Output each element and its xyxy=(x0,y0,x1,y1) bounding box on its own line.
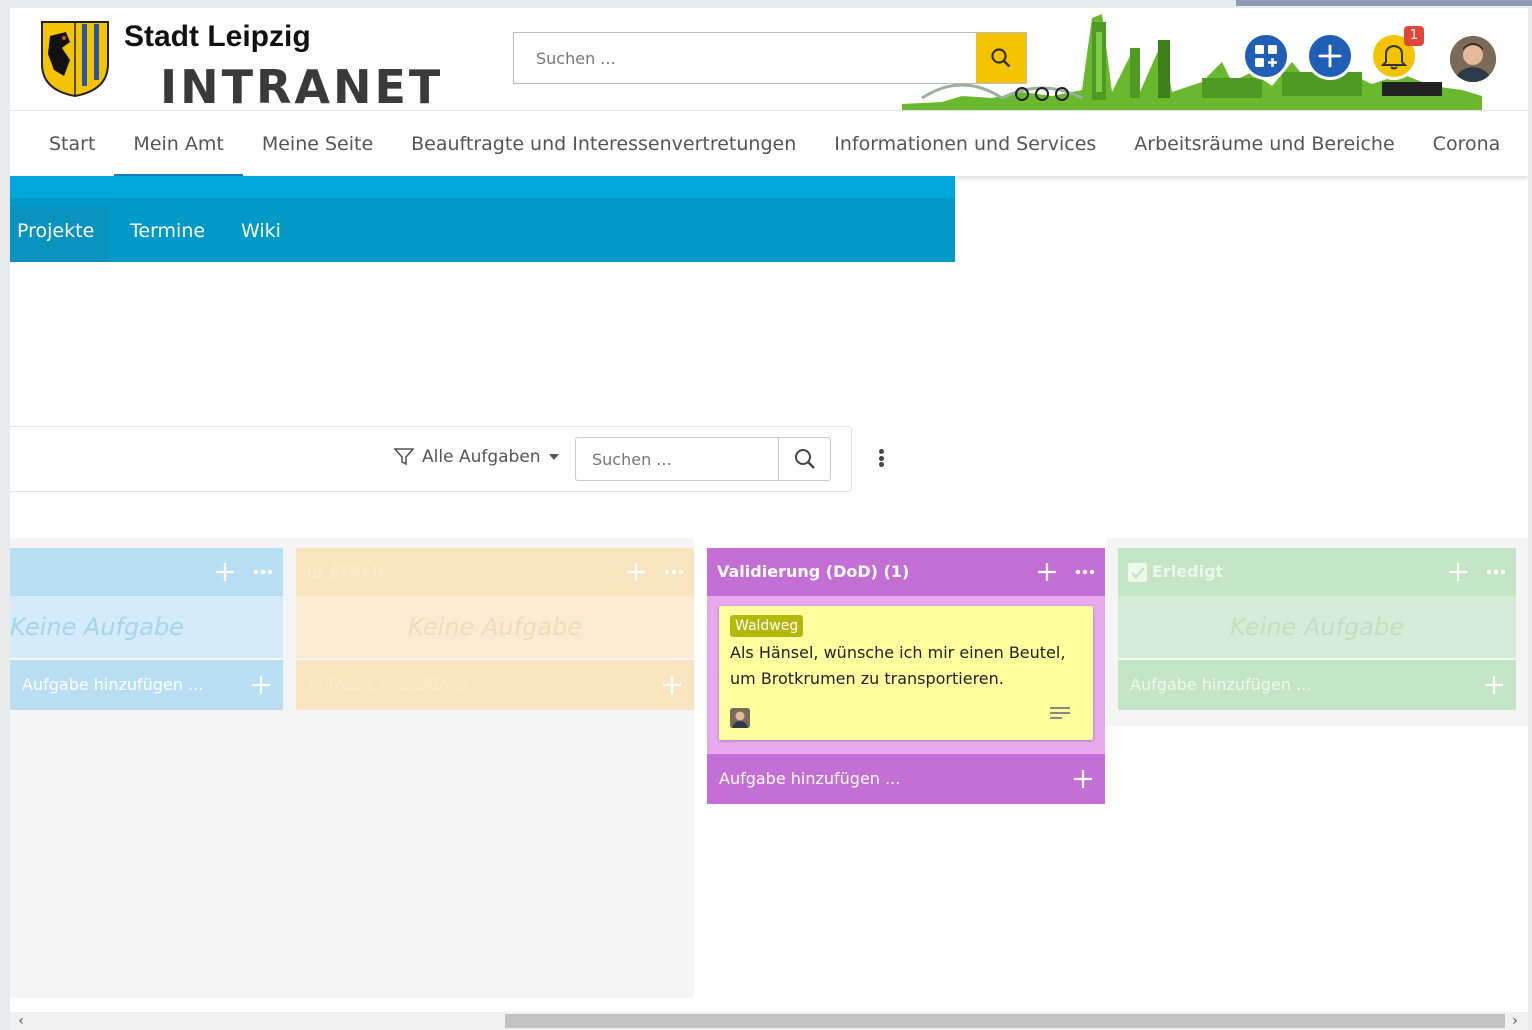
sub-nav-stripe xyxy=(10,176,955,198)
app-grid-icon xyxy=(1255,45,1277,67)
column-empty-text: Keine Aufgabe xyxy=(296,596,694,658)
more-options-icon[interactable] xyxy=(1075,569,1095,575)
top-right-bar xyxy=(1236,0,1532,6)
column-todo: Keine Aufgabe Aufgabe hinzufügen ... xyxy=(10,548,283,710)
nav-item-arbeitsraeume[interactable]: Arbeitsräume und Bereiche xyxy=(1115,111,1413,177)
add-task-label: Aufgabe hinzufügen ... xyxy=(1130,675,1312,694)
add-task-label: Aufgabe hinzufügen ... xyxy=(719,769,901,788)
add-task-button[interactable]: Aufgabe hinzufügen ... xyxy=(296,660,694,710)
search-icon xyxy=(794,449,815,469)
add-task-button[interactable]: Aufgabe hinzufügen ... xyxy=(1118,660,1516,710)
column-empty-text: Keine Aufgabe xyxy=(1118,596,1516,658)
apps-button[interactable] xyxy=(1242,32,1290,80)
tab-wiki[interactable]: Wiki xyxy=(241,206,281,262)
page: Stadt Leipzig INTRANET Suchen ... 1 Star… xyxy=(10,8,1528,1030)
plus-icon xyxy=(663,676,681,694)
column-title: Erledigt xyxy=(1152,562,1224,581)
plus-icon xyxy=(1074,770,1092,788)
tab-projekte[interactable]: Projekte xyxy=(10,206,108,262)
column-empty-text: Keine Aufgabe xyxy=(10,596,283,658)
task-title: Als Hänsel, wünsche ich mir einen Beutel… xyxy=(730,643,1066,688)
nav-item-informationen[interactable]: Informationen und Services xyxy=(815,111,1115,177)
task-filter-dropdown[interactable]: Alle Aufgaben xyxy=(394,447,559,467)
description-icon xyxy=(1050,707,1070,719)
nav-item-start[interactable]: Start xyxy=(30,111,114,177)
board-search xyxy=(575,437,831,481)
kanban-board: Keine Aufgabe Aufgabe hinzufügen ... In … xyxy=(10,538,1528,998)
column-title: Validierung (DoD) (1) xyxy=(717,562,910,581)
add-task-label: Aufgabe hinzufügen ... xyxy=(22,675,204,694)
column-in-arbeit: In Arbeit Keine Aufgabe Aufgabe hinzufüg… xyxy=(296,548,694,710)
filter-icon xyxy=(394,448,414,466)
brand-city-name: Stadt Leipzig xyxy=(124,20,311,53)
column-header: Erledigt xyxy=(1118,548,1516,596)
scrollbar-thumb[interactable] xyxy=(505,1014,1505,1028)
user-avatar[interactable] xyxy=(1450,36,1496,82)
nav-item-meine-seite[interactable]: Meine Seite xyxy=(243,111,392,177)
board-search-input[interactable] xyxy=(576,438,778,480)
main-navigation: Start Mein Amt Meine Seite Beauftragte u… xyxy=(10,110,1528,177)
tab-termine[interactable]: Termine xyxy=(130,206,205,262)
bell-icon xyxy=(1381,44,1407,70)
nav-item-beauftragte[interactable]: Beauftragte und Interessenvertretungen xyxy=(392,111,815,177)
more-options-icon[interactable] xyxy=(1486,569,1506,575)
checkbox-checked-icon xyxy=(1128,563,1147,582)
scroll-left-arrow-icon[interactable]: ‹ xyxy=(12,1012,30,1030)
more-options-icon[interactable] xyxy=(664,569,684,575)
filter-label: Alle Aufgaben xyxy=(422,447,541,467)
scroll-right-arrow-icon[interactable]: › xyxy=(1506,1012,1524,1030)
add-task-label: Aufgabe hinzufügen ... xyxy=(308,675,490,694)
plus-icon[interactable] xyxy=(1037,562,1057,582)
nav-item-mein-amt[interactable]: Mein Amt xyxy=(114,111,244,177)
column-header xyxy=(10,548,283,596)
column-erledigt: Erledigt Keine Aufgabe Aufgabe hinzufüge… xyxy=(1118,548,1516,710)
create-button[interactable] xyxy=(1306,32,1354,80)
board-options-menu[interactable] xyxy=(874,446,888,470)
notification-count-badge: 1 xyxy=(1404,26,1424,46)
plus-icon[interactable] xyxy=(1448,562,1468,582)
user-photo-icon xyxy=(1450,36,1496,82)
brand-intranet-title: INTRANET xyxy=(160,64,444,110)
nav-more-menu[interactable] xyxy=(1519,111,1528,177)
project-sub-navigation: Projekte Termine Wiki xyxy=(10,176,955,262)
plus-icon[interactable] xyxy=(626,562,646,582)
column-validierung: Validierung (DoD) (1) Waldweg Als Hänsel… xyxy=(707,548,1105,804)
column-title: In Arbeit xyxy=(306,562,385,581)
board-toolbar: Alle Aufgaben xyxy=(10,426,852,492)
plus-icon xyxy=(252,676,270,694)
plus-icon xyxy=(1318,44,1342,68)
task-assignee-avatar[interactable] xyxy=(730,708,750,728)
task-card[interactable]: Waldweg Als Hänsel, wünsche ich mir eine… xyxy=(719,606,1093,740)
add-task-button[interactable]: Aufgabe hinzufügen ... xyxy=(10,660,283,710)
plus-icon[interactable] xyxy=(215,562,235,582)
column-header: Validierung (DoD) (1) xyxy=(707,548,1105,596)
plus-icon xyxy=(1485,676,1503,694)
column-header: In Arbeit xyxy=(296,548,694,596)
task-tag[interactable]: Waldweg xyxy=(730,615,804,637)
more-options-icon[interactable] xyxy=(253,569,273,575)
nav-item-corona[interactable]: Corona xyxy=(1414,111,1520,177)
header: Stadt Leipzig INTRANET Suchen ... 1 xyxy=(10,8,1528,110)
horizontal-scrollbar[interactable]: ‹ › xyxy=(10,1012,1528,1030)
caret-down-icon xyxy=(548,454,559,460)
user-photo-icon xyxy=(730,708,750,728)
add-task-button[interactable]: Aufgabe hinzufügen ... xyxy=(707,754,1105,804)
coat-of-arms-logo[interactable] xyxy=(40,20,110,98)
board-search-button[interactable] xyxy=(778,438,830,480)
